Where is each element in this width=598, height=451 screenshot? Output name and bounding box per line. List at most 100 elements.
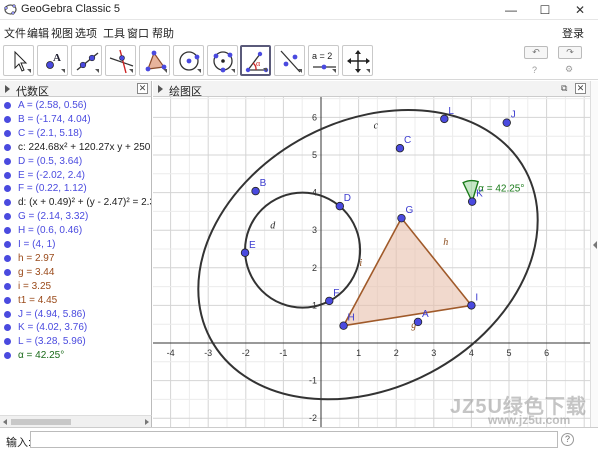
- minimize-button[interactable]: —: [494, 0, 528, 20]
- maximize-button[interactable]: ☐: [528, 0, 562, 20]
- circle-tool-button[interactable]: [173, 45, 204, 76]
- algebra-item[interactable]: L = (3.28, 5.96): [0, 335, 151, 348]
- menu-help[interactable]: 帮助: [152, 25, 174, 41]
- point-G[interactable]: [397, 213, 406, 223]
- algebra-item[interactable]: F = (0.22, 1.12): [0, 182, 151, 195]
- menu-view[interactable]: 视图: [51, 25, 73, 41]
- curve-label-h[interactable]: h: [443, 237, 448, 248]
- undock-icon[interactable]: ⧉: [561, 83, 567, 94]
- horizontal-scrollbar[interactable]: [0, 415, 152, 427]
- visibility-toggle-icon[interactable]: [4, 310, 11, 318]
- login-link[interactable]: 登录: [562, 25, 584, 41]
- visibility-toggle-icon[interactable]: [4, 185, 11, 193]
- point-K[interactable]: [467, 197, 477, 206]
- graphics-canvas[interactable]: -4 -3 -2 -1 1 2 3 4 5 6654321-1-2α = 42.25°cdhgiA…: [153, 97, 590, 427]
- visibility-toggle-icon[interactable]: [4, 324, 11, 332]
- curve-label-d[interactable]: d: [270, 220, 276, 231]
- line-tool-button[interactable]: [71, 45, 102, 76]
- point-label-E[interactable]: E: [249, 240, 256, 251]
- algebra-item[interactable]: i = 3.25: [0, 280, 151, 293]
- algebra-item[interactable]: α = 42.25°: [0, 349, 151, 362]
- point-label-F[interactable]: F: [333, 288, 339, 299]
- undo-button[interactable]: ↶: [524, 46, 548, 59]
- point-D[interactable]: [335, 201, 344, 211]
- help-icon[interactable]: ?: [532, 65, 537, 75]
- point-label-H[interactable]: H: [348, 313, 355, 324]
- visibility-toggle-icon[interactable]: [4, 102, 11, 109]
- redo-button[interactable]: ↷: [558, 46, 582, 59]
- visibility-toggle-icon[interactable]: [4, 241, 11, 248]
- menu-file[interactable]: 文件: [4, 25, 26, 41]
- menu-options[interactable]: 选项: [75, 25, 97, 41]
- point-label-G[interactable]: G: [405, 205, 413, 216]
- angle-label[interactable]: α = 42.25°: [478, 184, 524, 195]
- collapse-arrow-icon[interactable]: [5, 85, 10, 93]
- algebra-item[interactable]: G = (2.14, 3.32): [0, 210, 151, 223]
- algebra-item[interactable]: A = (2.58, 0.56): [0, 99, 151, 112]
- point-L[interactable]: [440, 114, 449, 124]
- visibility-toggle-icon[interactable]: [4, 199, 11, 207]
- algebra-item[interactable]: B = (-1.74, 4.04): [0, 113, 151, 126]
- point-label-K[interactable]: K: [476, 189, 483, 200]
- curve-label-c[interactable]: c: [374, 121, 379, 132]
- close-button[interactable]: ✕: [563, 0, 597, 20]
- collapse-arrow-icon[interactable]: [158, 85, 163, 93]
- point-H[interactable]: [339, 321, 348, 330]
- menu-tools[interactable]: 工具: [103, 25, 125, 41]
- gear-icon[interactable]: ⚙: [565, 64, 573, 75]
- input-field[interactable]: [30, 431, 558, 448]
- algebra-item[interactable]: H = (0.6, 0.46): [0, 224, 151, 237]
- visibility-toggle-icon[interactable]: [4, 213, 11, 221]
- slider-tool-button[interactable]: a = 2: [308, 45, 339, 76]
- point-I[interactable]: [467, 301, 476, 310]
- algebra-item[interactable]: K = (4.02, 3.76): [0, 321, 151, 334]
- angle-tool-button[interactable]: α: [240, 45, 271, 76]
- point-tool-button[interactable]: A: [37, 45, 68, 76]
- visibility-toggle-icon[interactable]: [4, 157, 11, 165]
- algebra-item[interactable]: E = (-2.02, 2.4): [0, 169, 151, 182]
- visibility-toggle-icon[interactable]: [4, 268, 11, 276]
- algebra-item[interactable]: d: (x + 0.49)² + (y - 2.47)² = 2.34: [0, 196, 151, 209]
- point-label-J[interactable]: J: [511, 110, 516, 121]
- perpendicular-line-tool-button[interactable]: [105, 45, 136, 76]
- algebra-item[interactable]: c: 224.68x² + 120.27x y + 250.8: [0, 141, 151, 154]
- point-E[interactable]: [240, 248, 250, 257]
- move-graphics-view-tool-button[interactable]: [342, 45, 373, 76]
- visibility-toggle-icon[interactable]: [4, 282, 11, 290]
- point-B[interactable]: [251, 186, 260, 196]
- visibility-toggle-icon[interactable]: [4, 129, 11, 137]
- point-label-C[interactable]: C: [404, 135, 411, 146]
- graphics-view[interactable]: -4 -3 -2 -1 1 2 3 4 5 6 6 5 4 3 2 1 -1 -2 α = 42.25° c d h g i A…: [153, 97, 590, 427]
- point-J[interactable]: [502, 118, 511, 127]
- algebra-item[interactable]: I = (4, 1): [0, 238, 151, 251]
- visibility-toggle-icon[interactable]: [4, 115, 11, 123]
- visibility-toggle-icon[interactable]: [4, 352, 11, 360]
- point-A[interactable]: [413, 317, 423, 327]
- side-panel-handle[interactable]: [590, 81, 598, 427]
- point-F[interactable]: [325, 296, 334, 306]
- input-help-icon[interactable]: ?: [561, 433, 574, 446]
- point-label-I[interactable]: I: [475, 292, 478, 303]
- algebra-item[interactable]: D = (0.5, 3.64): [0, 155, 151, 168]
- algebra-item[interactable]: h = 2.97: [0, 252, 151, 265]
- close-icon[interactable]: ✕: [137, 83, 148, 94]
- visibility-toggle-icon[interactable]: [4, 254, 11, 262]
- algebra-item[interactable]: J = (4.94, 5.86): [0, 308, 151, 321]
- move-tool-button[interactable]: [3, 45, 34, 76]
- point-label-A[interactable]: A: [422, 309, 429, 320]
- point-label-L[interactable]: L: [448, 106, 454, 117]
- visibility-toggle-icon[interactable]: [4, 296, 11, 304]
- visibility-toggle-icon[interactable]: [4, 143, 11, 151]
- menu-window[interactable]: 窗口: [127, 25, 149, 41]
- curve-label-i[interactable]: i: [359, 258, 362, 269]
- reflect-tool-button[interactable]: [274, 45, 305, 76]
- visibility-toggle-icon[interactable]: [4, 171, 11, 179]
- circle-three-points-tool-button[interactable]: [207, 45, 238, 76]
- polygon-tool-button[interactable]: [139, 45, 170, 76]
- algebra-item[interactable]: C = (2.1, 5.18): [0, 127, 151, 140]
- algebra-item[interactable]: g = 3.44: [0, 266, 151, 279]
- point-C[interactable]: [395, 144, 405, 153]
- conic-c[interactable]: [153, 97, 588, 427]
- visibility-toggle-icon[interactable]: [4, 338, 11, 346]
- visibility-toggle-icon[interactable]: [4, 227, 11, 235]
